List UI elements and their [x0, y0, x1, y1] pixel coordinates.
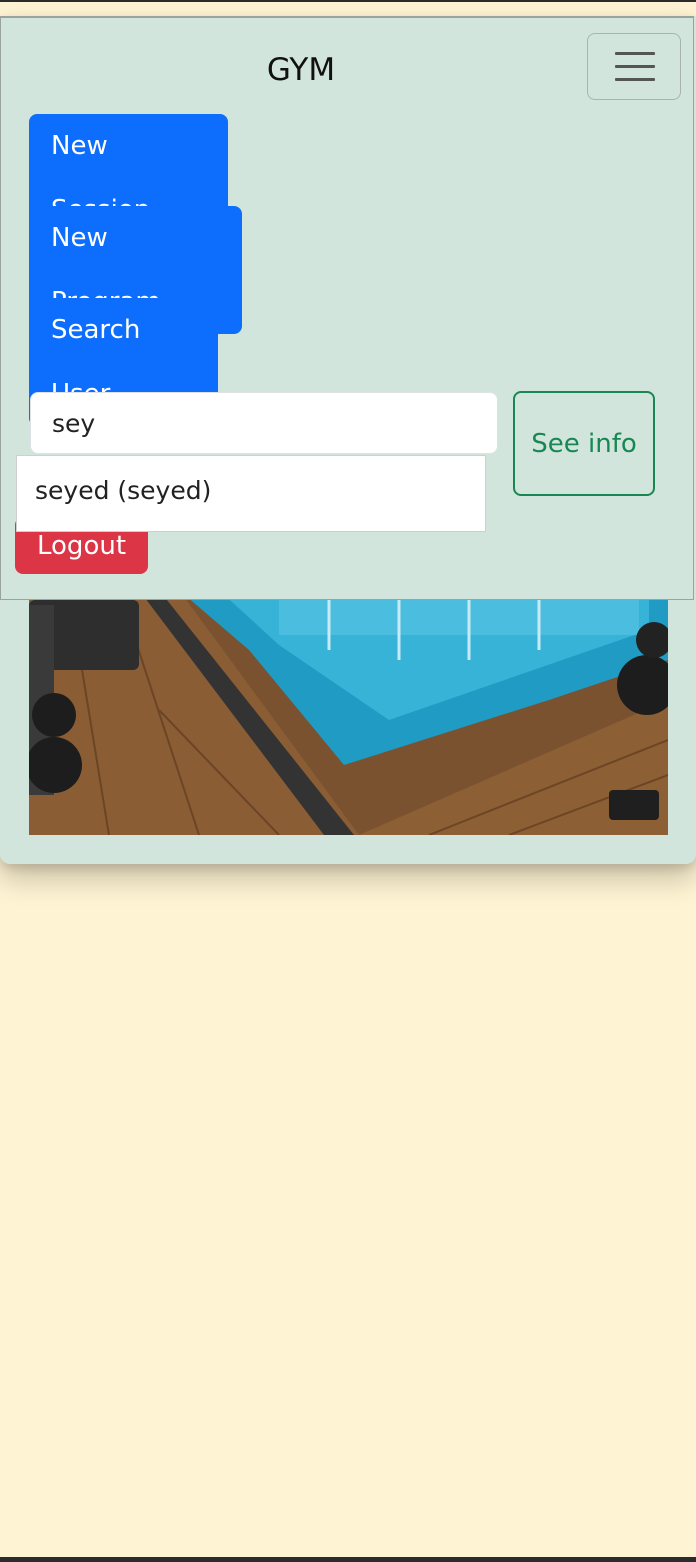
see-info-button[interactable]: See info [513, 391, 655, 496]
bottom-border [0, 1557, 696, 1562]
gym-pool-image [29, 590, 668, 835]
top-border [0, 0, 696, 2]
user-search-input[interactable] [30, 392, 498, 454]
navbar-expanded: GYM New Session New Program Search User … [0, 16, 694, 600]
autocomplete-dropdown: seyed (seyed) [16, 455, 486, 532]
navbar-brand[interactable]: GYM [231, 50, 371, 90]
autocomplete-option[interactable]: seyed (seyed) [35, 476, 211, 505]
hamburger-menu-icon[interactable] [587, 33, 681, 100]
see-info-label: See info [531, 428, 637, 459]
